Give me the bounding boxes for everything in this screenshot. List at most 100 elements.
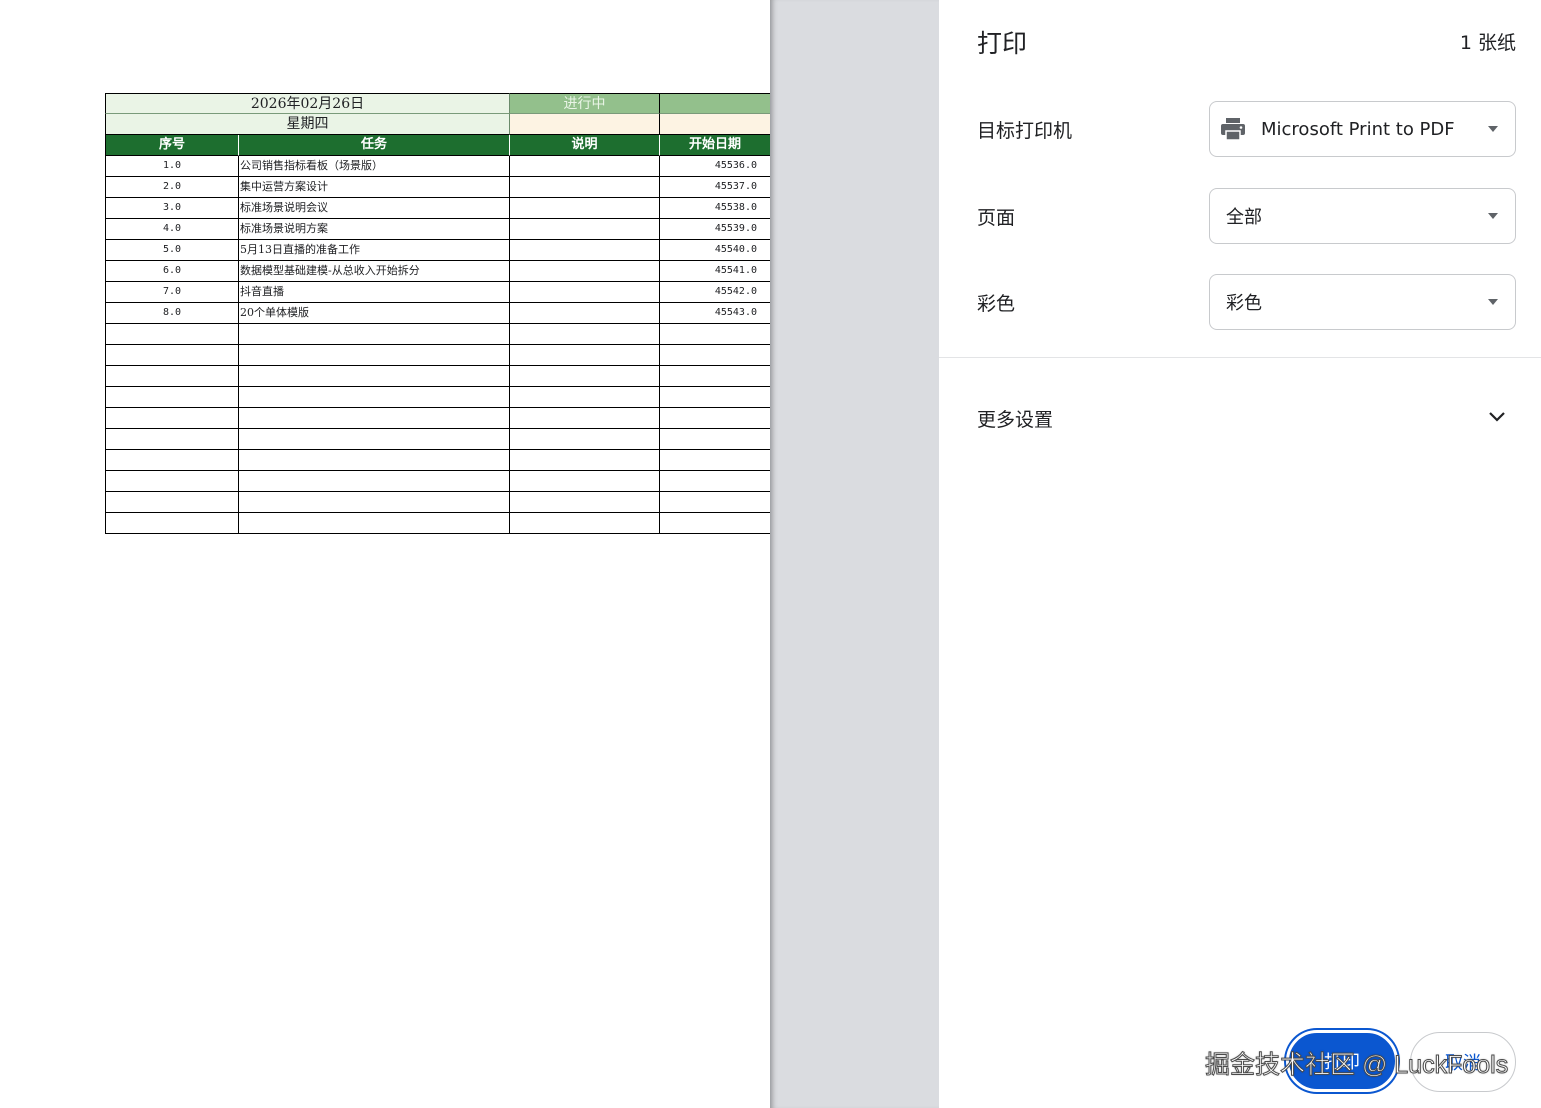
cell-no: 5.0 <box>105 240 239 261</box>
table-row: 4.0 标准场景说明方案 45539.0 <box>105 219 770 240</box>
date-row: 2026年02月26日 进行中 <box>105 93 770 114</box>
cell-task: 集中运营方案设计 <box>239 177 510 198</box>
empty-cell <box>510 324 660 345</box>
empty-cell <box>660 408 770 429</box>
table-row: 1.0 公司销售指标看板（场景版） 45536.0 <box>105 156 770 177</box>
cell-start-date: 45536.0 <box>660 156 770 177</box>
print-settings-panel: 打印 1 张纸 目标打印机 Microsoft Print to PDF 页面 … <box>939 0 1541 1108</box>
task-rows: 1.0 公司销售指标看板（场景版） 45536.0 2.0 集中运营方案设计 45537.… <box>105 156 770 534</box>
cell-no: 3.0 <box>105 198 239 219</box>
empty-row <box>105 345 770 366</box>
empty-row <box>105 387 770 408</box>
cell-start-date: 45543.0 <box>660 303 770 324</box>
status-fill-cell <box>660 93 770 114</box>
chevron-down-icon[interactable] <box>1488 408 1506 426</box>
empty-cell <box>510 345 660 366</box>
empty-row <box>105 471 770 492</box>
empty-cell <box>510 366 660 387</box>
empty-cell <box>510 492 660 513</box>
divider <box>939 357 1541 358</box>
pages-select[interactable]: 全部 <box>1209 188 1516 244</box>
empty-cell <box>660 471 770 492</box>
header-task: 任务 <box>239 135 510 156</box>
cell-desc <box>510 261 660 282</box>
empty-cell <box>239 450 510 471</box>
empty-row <box>105 408 770 429</box>
empty-cell <box>660 450 770 471</box>
empty-cell <box>239 513 510 534</box>
empty-row <box>105 513 770 534</box>
table-row: 3.0 标准场景说明会议 45538.0 <box>105 198 770 219</box>
empty-cell <box>660 366 770 387</box>
cell-desc <box>510 198 660 219</box>
cell-start-date: 45540.0 <box>660 240 770 261</box>
color-label: 彩色 <box>977 293 1016 315</box>
cell-desc <box>510 219 660 240</box>
status-cell: 进行中 <box>510 93 660 114</box>
more-settings-label[interactable]: 更多设置 <box>977 405 1053 432</box>
color-value: 彩色 <box>1226 293 1262 314</box>
weekday-row: 星期四 <box>105 114 770 135</box>
empty-cell <box>510 450 660 471</box>
cell-no: 1.0 <box>105 156 239 177</box>
cell-start-date: 45539.0 <box>660 219 770 240</box>
empty-cell <box>510 408 660 429</box>
date-cell: 2026年02月26日 <box>105 93 510 114</box>
empty-cell <box>660 492 770 513</box>
cell-desc <box>510 156 660 177</box>
empty-cell <box>239 324 510 345</box>
blank-cell <box>510 114 660 135</box>
empty-cell <box>105 492 239 513</box>
color-select[interactable]: 彩色 <box>1209 274 1516 330</box>
preview-background <box>770 0 939 1108</box>
empty-cell <box>660 513 770 534</box>
empty-cell <box>239 471 510 492</box>
cell-task: 公司销售指标看板（场景版） <box>239 156 510 177</box>
table-row: 5.0 5月13日直播的准备工作 45540.0 <box>105 240 770 261</box>
cell-start-date: 45538.0 <box>660 198 770 219</box>
header-desc: 说明 <box>510 135 660 156</box>
empty-cell <box>660 324 770 345</box>
cell-no: 6.0 <box>105 261 239 282</box>
cell-task: 20个单体模版 <box>239 303 510 324</box>
cell-no: 7.0 <box>105 282 239 303</box>
dropdown-caret-icon <box>1488 213 1498 219</box>
empty-cell <box>239 345 510 366</box>
table-row: 6.0 数据模型基础建模-从总收入开始拆分 45541.0 <box>105 261 770 282</box>
cell-desc <box>510 282 660 303</box>
cell-no: 8.0 <box>105 303 239 324</box>
table-row: 7.0 抖音直播 45542.0 <box>105 282 770 303</box>
cell-start-date: 45537.0 <box>660 177 770 198</box>
empty-cell <box>510 471 660 492</box>
empty-cell <box>660 429 770 450</box>
cell-task: 数据模型基础建模-从总收入开始拆分 <box>239 261 510 282</box>
table-row: 8.0 20个单体模版 45543.0 <box>105 303 770 324</box>
spreadsheet-preview: 2026年02月26日 进行中 星期四 序号 任务 说明 开始日期 1.0 公司销… <box>105 93 770 534</box>
destination-value: Microsoft Print to PDF <box>1261 118 1455 140</box>
cell-no: 4.0 <box>105 219 239 240</box>
cell-desc <box>510 240 660 261</box>
empty-cell <box>239 387 510 408</box>
empty-cell <box>510 513 660 534</box>
empty-cell <box>239 366 510 387</box>
empty-row <box>105 492 770 513</box>
cell-desc <box>510 303 660 324</box>
page-title: 打印 <box>977 29 1028 58</box>
empty-cell <box>239 408 510 429</box>
sheet-count: 1 张纸 <box>1459 32 1516 54</box>
empty-cell <box>105 513 239 534</box>
empty-cell <box>105 324 239 345</box>
pages-value: 全部 <box>1226 207 1262 228</box>
destination-label: 目标打印机 <box>977 120 1073 142</box>
empty-row <box>105 450 770 471</box>
dropdown-caret-icon <box>1488 299 1498 305</box>
cell-start-date: 45542.0 <box>660 282 770 303</box>
cell-task: 标准场景说明方案 <box>239 219 510 240</box>
dropdown-caret-icon <box>1488 126 1498 132</box>
empty-cell <box>660 387 770 408</box>
empty-cell <box>510 429 660 450</box>
empty-cell <box>105 429 239 450</box>
header-no: 序号 <box>105 135 239 156</box>
empty-cell <box>105 345 239 366</box>
destination-select[interactable]: Microsoft Print to PDF <box>1209 101 1516 157</box>
